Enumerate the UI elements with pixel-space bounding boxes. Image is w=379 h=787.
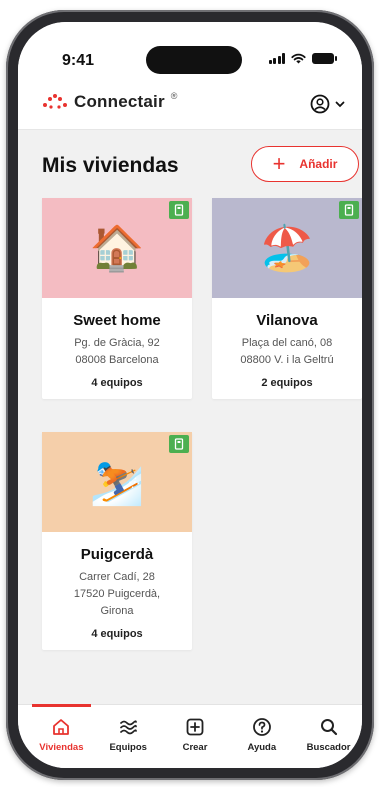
home-card-body: Puigcerdà Carrer Cadí, 28 17520 Puigcerd… <box>42 532 192 650</box>
device-status-icon <box>344 204 354 216</box>
nav-item-equipos[interactable]: Equipos <box>95 705 162 768</box>
nav-item-crear[interactable]: Crear <box>162 705 229 768</box>
connected-status-badge <box>169 201 189 219</box>
home-name: Puigcerdà <box>80 546 154 563</box>
page-title: Mis viviendas <box>42 154 179 177</box>
status-icons <box>268 53 337 64</box>
phone-frame: 9:41 Connectair ® Mis viviendas + Añadir… <box>6 10 374 780</box>
nav-label: Crear <box>182 742 208 753</box>
chevron-down-icon <box>335 101 345 108</box>
home-card-image: 🏠 <box>42 198 192 298</box>
home-address-line: 08008 Barcelona <box>75 354 159 366</box>
plus-icon: + <box>272 151 286 176</box>
connected-status-badge <box>339 201 359 219</box>
account-menu-button[interactable] <box>310 94 346 114</box>
home-name: Sweet home <box>73 312 161 329</box>
nav-item-viviendas[interactable]: Viviendas <box>28 704 95 768</box>
dynamic-island <box>146 46 242 74</box>
home-card-image: ⛷️ <box>42 432 192 532</box>
app-header: Connectair ® <box>18 76 362 130</box>
nav-item-buscador[interactable]: Buscador <box>295 705 362 768</box>
home-address-line: 08800 V. i la Geltrú <box>240 354 334 366</box>
app-screen: 9:41 Connectair ® Mis viviendas + Añadir… <box>18 22 362 768</box>
home-card-vilanova[interactable]: 🏖️ Vilanova Plaça del canó, 08 08800 V. … <box>212 198 362 399</box>
connectair-logo-icon <box>43 94 67 109</box>
bottom-navigation: Viviendas Equipos Crear Ayuda Buscador <box>18 704 362 768</box>
add-home-label: Añadir <box>299 157 338 171</box>
home-card-puigcerda[interactable]: ⛷️ Puigcerdà Carrer Cadí, 28 17520 Puigc… <box>42 432 192 650</box>
status-time: 9:41 <box>62 52 95 69</box>
home-card-body: Sweet home Pg. de Gràcia, 92 08008 Barce… <box>42 298 192 399</box>
home-card-image: 🏖️ <box>212 198 362 298</box>
user-account-icon <box>310 94 330 114</box>
home-address-line: Pg. de Gràcia, 92 <box>74 337 160 349</box>
help-icon <box>252 718 271 736</box>
nav-item-ayuda[interactable]: Ayuda <box>228 705 295 768</box>
home-device-count: 4 equipos <box>91 377 143 389</box>
add-box-icon <box>186 718 204 736</box>
home-name: Vilanova <box>256 312 318 329</box>
add-home-button[interactable]: + Añadir <box>251 146 359 182</box>
battery-icon <box>312 53 337 64</box>
beach-umbrella-icon: 🏖️ <box>259 224 315 273</box>
wifi-icon <box>291 53 306 64</box>
home-address-line: Plaça del canó, 08 <box>241 337 333 349</box>
nav-label: Ayuda <box>247 742 277 753</box>
app-logo: Connectair ® <box>42 91 178 112</box>
nav-label: Buscador <box>306 742 351 753</box>
home-card-sweet-home[interactable]: 🏠 Sweet home Pg. de Gràcia, 92 08008 Bar… <box>42 198 192 399</box>
home-device-count: 4 equipos <box>91 628 143 640</box>
device-status-icon <box>174 438 184 450</box>
status-bar: 9:41 <box>18 22 362 76</box>
home-address-line: Girona <box>100 605 134 617</box>
cellular-signal-icon <box>268 53 285 64</box>
search-icon <box>320 719 337 736</box>
house-icon: 🏠 <box>89 224 145 273</box>
device-status-icon <box>174 204 184 216</box>
home-address-line: 17520 Puigcerdà, <box>73 588 161 600</box>
registered-mark: ® <box>170 91 178 101</box>
skier-icon: ⛷️ <box>89 458 145 507</box>
nav-label: Equipos <box>109 742 147 753</box>
nav-label: Viviendas <box>39 742 84 753</box>
home-device-count: 2 equipos <box>261 377 313 389</box>
app-name: Connectair <box>74 92 165 111</box>
air-waves-icon <box>120 720 138 735</box>
home-icon <box>53 719 70 735</box>
home-card-body: Vilanova Plaça del canó, 08 08800 V. i l… <box>212 298 362 399</box>
home-address-line: Carrer Cadí, 28 <box>79 571 155 583</box>
connected-status-badge <box>169 435 189 453</box>
